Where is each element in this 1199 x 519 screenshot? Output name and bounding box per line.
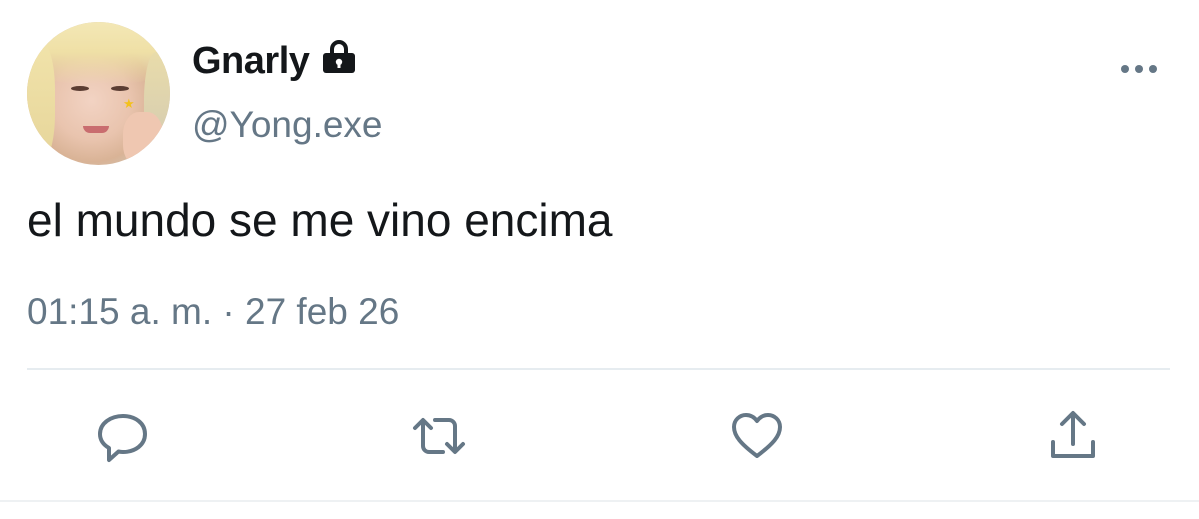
divider [27,368,1170,370]
reply-button[interactable] [95,408,151,464]
more-options-icon[interactable] [1118,60,1160,78]
tweet-text: el mundo se me vino encima [27,194,613,246]
avatar-sticker: ★ [123,96,135,111]
lock-icon [323,40,355,73]
avatar-mouth [83,126,109,133]
bottom-divider [0,500,1199,502]
avatar-eye-right [111,86,129,91]
retweet-button[interactable] [411,408,467,464]
avatar-hand [123,112,163,165]
avatar-eye-left [71,86,89,91]
like-button[interactable] [729,408,785,464]
retweet-icon [413,418,465,454]
avatar[interactable]: ★ [27,22,170,165]
avatar-hair-left [27,42,55,162]
share-button[interactable] [1045,408,1101,464]
heart-icon [732,413,782,458]
tweet-card: ★ Gnarly @Yong.exe el mundo se me vino e… [0,0,1199,519]
reply-icon [98,414,147,462]
share-icon [1051,411,1095,458]
display-name[interactable]: Gnarly [192,36,310,86]
tweet-timestamp[interactable]: 01:15 a. m. · 27 feb 26 [27,288,399,336]
user-handle[interactable]: @Yong.exe [192,102,383,148]
